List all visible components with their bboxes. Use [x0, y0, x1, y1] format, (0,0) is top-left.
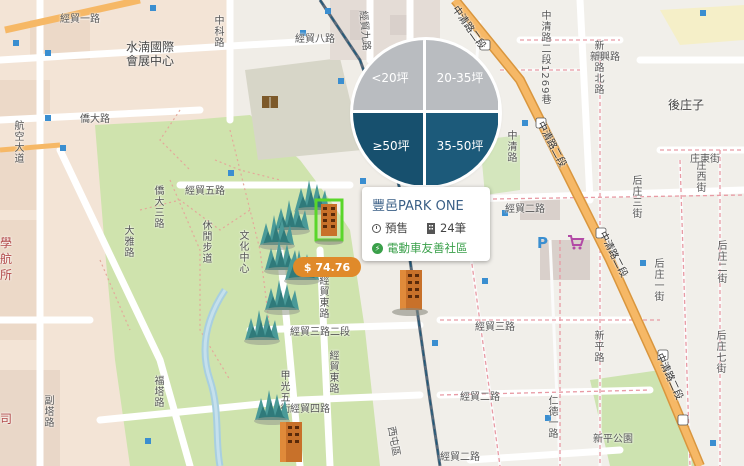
filter-over-50-ping[interactable]: ≥50坪	[353, 113, 425, 185]
filter-label: <20坪	[371, 70, 409, 85]
clock-icon	[372, 223, 381, 233]
road-label: 中清路	[505, 130, 516, 163]
road-label: 經貿二路	[505, 204, 545, 215]
place-label: 司	[0, 412, 13, 426]
road-label: 經貿二路	[460, 392, 500, 403]
size-filter-pie: <20坪 20-35坪 ≥50坪 35-50坪	[353, 40, 499, 186]
road-label: 后庄二街	[715, 240, 726, 284]
road-label: 經貿三路	[475, 322, 515, 333]
road-label: 僑大三路	[152, 185, 163, 229]
filter-label: 20-35坪	[436, 70, 484, 85]
road-label: 大雅路	[122, 225, 133, 258]
road-label: 經貿八路	[295, 34, 335, 45]
ev-friendly-tag: ⚡ 電動車友善社區	[372, 240, 480, 256]
place-label-xinping-park: 新平公園	[593, 434, 633, 445]
road-label: 副塔路	[42, 395, 53, 428]
road-label: 中清路二段1269巷	[539, 10, 550, 106]
ev-tag-label: 電動車友善社區	[387, 241, 468, 255]
property-title: 豐邑PARK ONE	[372, 199, 464, 214]
filter-label: 35-50坪	[436, 138, 484, 153]
road-label: 經貿一路	[60, 14, 100, 25]
road-label: 新興路	[590, 52, 620, 63]
road-label: 后庄一街	[652, 258, 663, 302]
sale-status: 預售	[385, 221, 408, 235]
place-label-expo: 水湳國際 會展中心	[126, 40, 175, 68]
road-label: 休閒步道	[200, 220, 211, 264]
building-marker[interactable]	[270, 420, 310, 466]
road-label: 新平路	[592, 330, 603, 363]
place-label: 學航所	[0, 236, 13, 282]
road-label: 福塔路	[152, 375, 163, 408]
filter-20-35-ping[interactable]: 20-35坪	[426, 40, 498, 112]
lightning-icon: ⚡	[372, 242, 383, 254]
road-label: 經貿二路	[440, 452, 480, 463]
road-label: 僑大路	[80, 114, 110, 125]
transaction-count: 24筆	[440, 221, 467, 235]
property-info-card[interactable]: 豐邑PARK ONE 預售 24筆 ⚡ 電動車友善社區	[362, 187, 490, 261]
property-meta: 預售 24筆	[372, 220, 480, 236]
building-icon	[427, 222, 435, 234]
road-label: 庄西街	[694, 160, 705, 193]
road-label: 經貿五路	[185, 186, 225, 197]
place-label-houzhuangzi: 後庄子	[668, 98, 705, 112]
building-marker[interactable]	[390, 268, 430, 318]
filter-label: ≥50坪	[372, 138, 410, 153]
road-label: 后庄三街	[630, 175, 641, 219]
filter-35-50-ping[interactable]: 35-50坪	[426, 113, 498, 185]
library-book-icon	[262, 96, 278, 108]
selected-building-marker[interactable]	[312, 196, 346, 246]
road-label: 后庄七街	[714, 330, 725, 374]
road-label: 航空大道	[12, 120, 23, 164]
road-label: 仁德一路	[546, 395, 557, 439]
road-label: 中科路	[212, 15, 223, 48]
parking-icon: P	[537, 234, 548, 252]
filter-under-20-ping[interactable]: <20坪	[353, 40, 425, 112]
price-tag[interactable]: $ 74.76	[293, 257, 361, 277]
